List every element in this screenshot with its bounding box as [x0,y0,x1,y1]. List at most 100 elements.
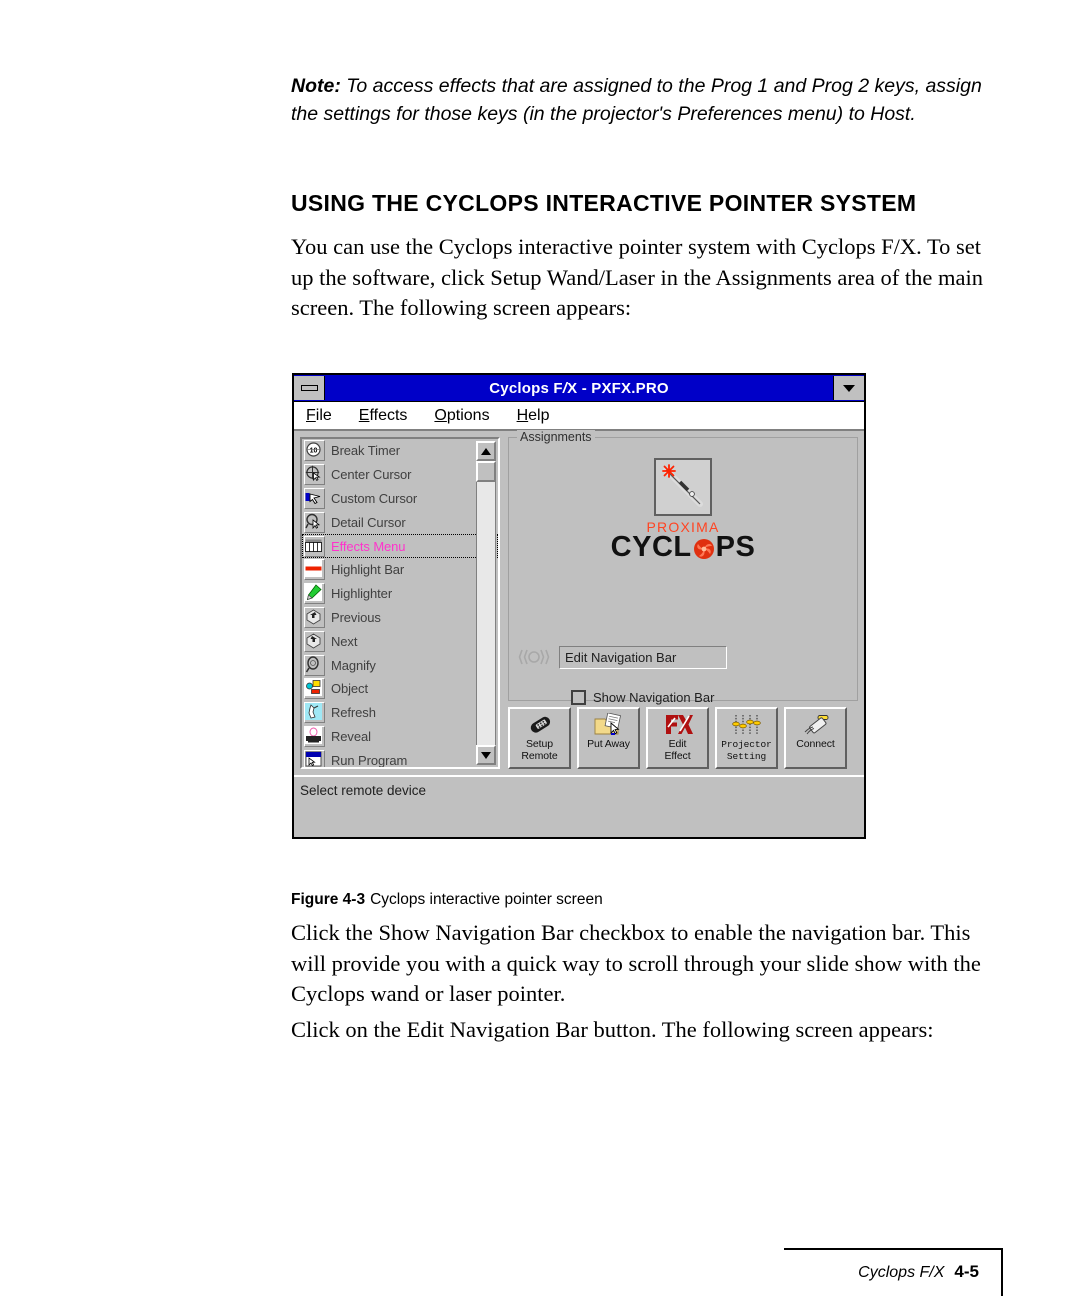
paragraph-intro: You can use the Cyclops interactive poin… [291,234,983,320]
figure-caption: Figure 4-3 Cyclops interactive pointer sc… [291,891,603,909]
window-titlebar: Cyclops F/X - PXFX.PRO [294,375,864,402]
window-menubar: File Effects Options Help [294,402,864,431]
right-column: Assignments PROXIMA CYCL PS Edit Navigat… [508,430,858,769]
edit-effect-label: Edit Effect [664,738,691,762]
projector-setting-line1: Projector [721,739,772,750]
figure-number: Figure 4-3 [291,891,366,908]
cyclops-logo: PROXIMA CYCL PS [509,458,857,562]
scrollbar-thumb[interactable] [476,461,496,482]
list-item-label: Break Timer [331,443,400,459]
list-item-label: Refresh [331,705,376,721]
maximize-button[interactable] [833,376,864,400]
show-navigation-bar-checkbox[interactable] [571,690,586,705]
list-item[interactable]: Custom Cursor [302,487,498,511]
edit-navigation-bar-row: Edit Navigation Bar [517,645,727,669]
list-item-label: Effects Menu [331,538,406,554]
menu-help[interactable]: Help [517,407,550,425]
scroll-up-button[interactable] [476,441,496,461]
list-item[interactable]: Run Program [302,748,498,767]
edit-effect-line2: Effect [664,749,691,762]
custom-cursor-icon [304,487,325,509]
edit-effect-line1: Edit [668,738,687,750]
projector-setting-label: Projector Setting [721,739,772,762]
edit-effect-button[interactable]: Edit Effect [646,707,709,769]
minimize-button[interactable] [294,376,325,400]
highlight-bar-icon [304,559,325,581]
cyclops-fx-window: Cyclops F/X - PXFX.PRO File Effects Opti… [292,373,866,839]
list-item[interactable]: Object [302,677,498,701]
object-icon [304,678,325,700]
scroll-down-button[interactable] [476,745,496,765]
menu-options[interactable]: Options [434,407,489,425]
scrollbar-track[interactable] [476,482,496,745]
list-item[interactable]: Center Cursor [302,463,498,487]
detail-cursor-icon [304,511,325,533]
list-item-selected[interactable]: Effects Menu [302,534,498,558]
minimize-icon [300,385,318,391]
status-text: Select remote device [300,782,427,798]
connect-label: Connect [796,738,835,750]
svg-text:10: 10 [310,448,318,455]
show-navigation-bar-row[interactable]: Show Navigation Bar [571,690,714,705]
highlighter-icon [304,583,325,605]
menu-options-label: ptions [446,406,490,424]
projector-setting-line2: Setting [726,750,767,762]
arrow-down-icon [481,751,491,759]
brand-cyclops-right: PS [715,531,756,563]
window-title-x: X [567,379,578,397]
window-statusbar: Select remote device [294,775,864,803]
list-item[interactable]: 10 Break Timer [302,439,498,463]
effects-list[interactable]: 10 Break Timer Center Cursor Custom Curs… [302,439,498,767]
list-item[interactable]: Next [302,629,498,653]
setup-remote-button[interactable]: Setup Remote [508,707,571,769]
menu-options-accel: O [434,406,447,424]
list-item-label: Magnify [331,657,376,673]
figure-caption-text: Cyclops interactive pointer screen [370,891,603,908]
menu-file-accel: F [306,406,316,424]
menu-effects-label: ffects [369,406,408,424]
list-item[interactable]: Detail Cursor [302,510,498,534]
list-item-label: Reveal [331,728,371,744]
magic-wand-icon [656,460,710,514]
projector-setting-button[interactable]: Projector Setting [715,707,778,769]
menu-file-label: ile [315,406,332,424]
footer-title: Cyclops F/X [858,1264,945,1281]
effects-list-scrollbar[interactable] [476,441,496,765]
paragraph-navigation-bar: Click the Show Navigation Bar checkbox t… [291,920,981,1006]
previous-icon [304,606,325,628]
menu-help-accel: H [516,406,529,424]
folder-put-away-icon [594,712,624,737]
chevron-down-icon [843,384,855,392]
note-label: Note: [291,75,341,97]
list-item-label: Run Program [331,752,408,767]
edit-navigation-bar-button[interactable]: Edit Navigation Bar [559,645,727,669]
magnify-icon [304,654,325,676]
put-away-button[interactable]: Put Away [577,707,640,769]
note-block: Note: To access effects that are assigne… [291,72,1003,128]
center-cursor-icon [304,464,325,486]
effects-list-panel[interactable]: 10 Break Timer Center Cursor Custom Curs… [300,437,500,769]
break-timer-icon: 10 [304,440,325,462]
list-item-label: Previous [331,609,381,625]
effects-menu-icon [304,535,325,557]
list-item[interactable]: Reveal [302,725,498,749]
list-item-label: Highlight Bar [331,562,405,578]
list-item[interactable]: Highlighter [302,582,498,606]
window-title: Cyclops F/X - PXFX.PRO [325,380,833,397]
window-title-prefix: Cyclops F [489,379,563,397]
assignments-group: Assignments PROXIMA CYCL PS Edit Navigat… [508,430,858,705]
menu-file[interactable]: File [306,407,332,425]
menu-effects[interactable]: Effects [359,407,408,425]
setup-remote-line2: Remote [521,749,558,762]
sliders-icon [731,713,762,737]
list-item-label: Object [331,681,368,697]
list-item[interactable]: Magnify [302,653,498,677]
list-item[interactable]: Refresh [302,701,498,725]
action-toolbar: Setup Remote Put Away Edit Effect Projec… [508,707,858,769]
connector-plug-icon [801,713,831,737]
list-item[interactable]: Highlight Bar [302,558,498,582]
list-item-label: Center Cursor [331,467,412,483]
list-item[interactable]: Previous [302,606,498,630]
connect-button[interactable]: Connect [784,707,847,769]
brand-cyclops-left: CYCL [610,531,692,563]
